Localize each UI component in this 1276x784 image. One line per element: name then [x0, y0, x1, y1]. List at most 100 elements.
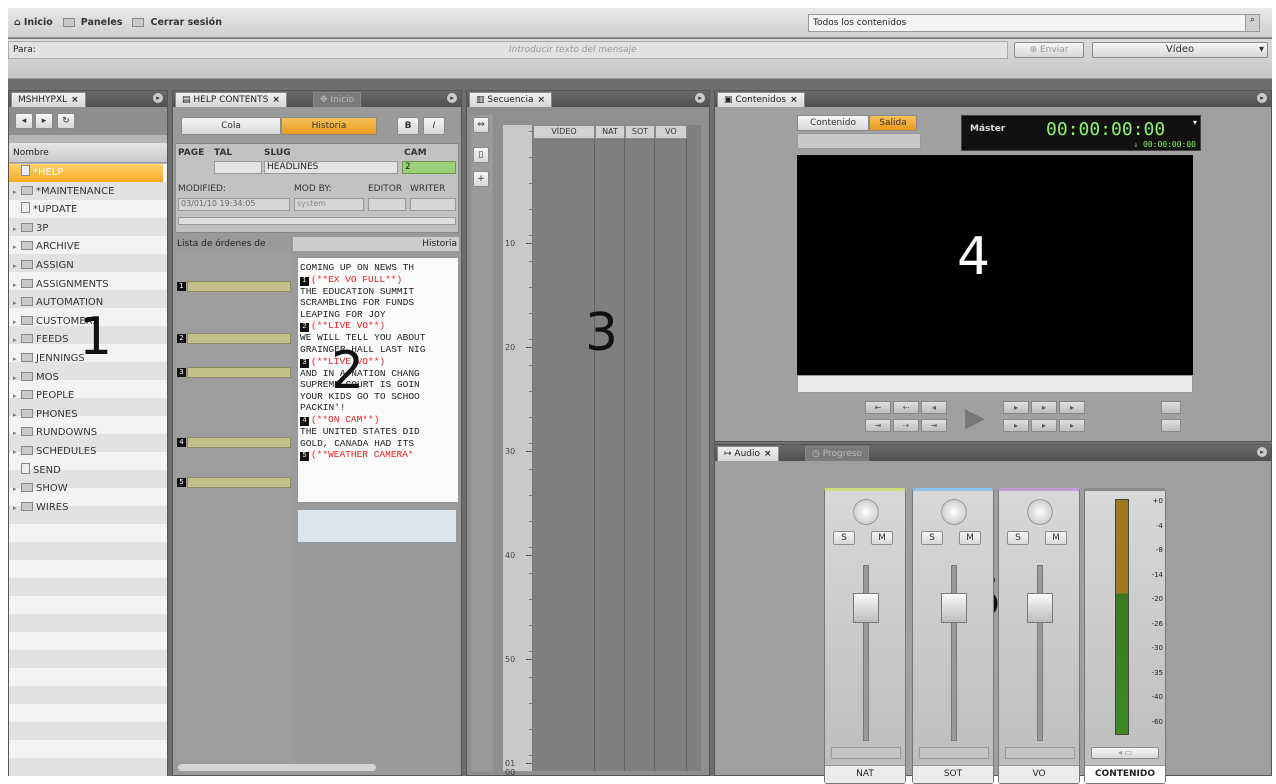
search-icon[interactable]: ⌕ [1245, 15, 1259, 31]
tal-field[interactable] [214, 161, 262, 174]
tab-inicio[interactable]: ✥ Inicio [313, 92, 362, 107]
directory-item[interactable]: ▸ ASSIGNMENTS [9, 276, 163, 294]
close-icon[interactable]: × [764, 449, 772, 459]
step-forward-icon[interactable]: ▸ [1031, 401, 1057, 414]
media-dropdown[interactable]: Vídeo ▾ [1092, 42, 1268, 58]
pan-knob-icon[interactable] [941, 499, 967, 525]
forward-arrow-icon[interactable]: ▸ [35, 113, 53, 129]
panel-menu-icon[interactable]: ▸ [153, 93, 163, 103]
directory-item[interactable]: ▸ SHOW [9, 480, 163, 498]
expand-arrow-icon[interactable]: ▸ [13, 294, 21, 312]
refresh-icon[interactable]: ↻ [57, 113, 75, 129]
link-icon[interactable]: ⇔ [473, 117, 489, 133]
directory-item[interactable]: ▸ *MAINTENANCE [9, 183, 163, 201]
message-input[interactable]: Introducir texto del mensaje Para: [8, 41, 1008, 59]
expand-arrow-icon[interactable]: ▸ [13, 480, 21, 498]
tab-historia[interactable]: Historia [281, 117, 377, 135]
tab-help-contents[interactable]: ▤ HELP CONTENTS × [175, 92, 287, 107]
track-lane[interactable] [595, 139, 625, 771]
script-editor[interactable]: COMING UP ON NEWS TH 1 (**EX VO FULL**) THE… [297, 257, 459, 503]
pan-knob-icon[interactable] [853, 499, 879, 525]
form-scrollbar[interactable] [178, 217, 456, 225]
tab-sequence[interactable]: ▥ Secuencia × [469, 92, 553, 107]
cam-field[interactable]: 2 [402, 161, 456, 174]
chevron-down-icon[interactable]: ▾ [1193, 118, 1197, 127]
cue-bar[interactable] [187, 281, 291, 292]
mute-button[interactable]: M [871, 531, 893, 545]
home-button[interactable]: ⌂ Inicio [14, 17, 53, 28]
directory-item[interactable]: ▸ RUNDOWNS [9, 424, 163, 442]
directory-item[interactable]: ▸ PEOPLE [9, 387, 163, 405]
tab-directory[interactable]: MSHHYPXL × [11, 92, 86, 107]
solo-button[interactable]: S [1007, 531, 1029, 545]
directory-item[interactable]: ▸ MOS [9, 369, 163, 387]
pan-knob-icon[interactable] [1027, 499, 1053, 525]
directory-item[interactable]: ▸ WIRES [9, 499, 163, 517]
mark-out-icon[interactable]: ▸ [1003, 401, 1029, 414]
fader-handle[interactable] [1027, 593, 1053, 623]
writer-field[interactable] [410, 198, 456, 211]
back-arrow-icon[interactable]: ◂ [15, 113, 33, 129]
slug-field[interactable]: HEADLINES [264, 161, 398, 174]
column-header-name[interactable]: Nombre [9, 143, 167, 163]
tab-audio[interactable]: ↦ Audio × [717, 446, 779, 461]
step-back-icon[interactable]: ⇠ [893, 401, 919, 414]
panel-menu-icon[interactable]: ▸ [1257, 93, 1267, 103]
jog-forward-icon[interactable]: ▸ [1059, 401, 1085, 414]
directory-item[interactable]: ▸ SCHEDULES [9, 443, 163, 461]
expand-arrow-icon[interactable]: ▸ [13, 387, 21, 405]
close-icon[interactable]: × [272, 95, 280, 105]
solo-button[interactable]: S [921, 531, 943, 545]
track-header[interactable]: SOT [625, 125, 655, 139]
jog-back-icon[interactable]: ⇥ [865, 419, 891, 432]
close-icon[interactable]: × [537, 95, 545, 105]
expand-arrow-icon[interactable]: ▸ [13, 369, 21, 387]
expand-arrow-icon[interactable]: ▸ [13, 257, 21, 275]
panels-button[interactable]: Paneles [62, 17, 122, 28]
tab-contenido[interactable]: Contenido [797, 115, 869, 131]
expand-arrow-icon[interactable]: ▸ [13, 499, 21, 517]
pause-button[interactable]: ◂ ▭ [1091, 747, 1159, 759]
directory-item[interactable]: SEND [9, 462, 163, 480]
mark-in-icon[interactable]: ⇥ [921, 419, 947, 432]
directory-item[interactable]: *UPDATE [9, 201, 163, 219]
jog-back-icon[interactable]: ⇤ [865, 401, 891, 414]
search-scope-field[interactable]: Todos los contenidos ⌕ [808, 14, 1260, 32]
play-icon[interactable]: ▶ [961, 403, 989, 433]
expand-arrow-icon[interactable]: ▸ [13, 443, 21, 461]
editor-field[interactable] [368, 198, 406, 211]
italic-button[interactable]: I [423, 117, 445, 135]
cue-bar[interactable] [187, 333, 291, 344]
expand-arrow-icon[interactable]: ▸ [13, 406, 21, 424]
tab-contents[interactable]: ▣ Contenidos × [717, 92, 805, 107]
track-header[interactable]: NAT [595, 125, 625, 139]
close-icon[interactable]: × [71, 95, 79, 105]
cue-bar[interactable] [187, 477, 291, 488]
panel-menu-icon[interactable]: ▸ [695, 93, 705, 103]
mark-in-icon[interactable]: ◂ [921, 401, 947, 414]
expand-arrow-icon[interactable]: ▸ [13, 424, 21, 442]
directory-item[interactable]: ▸ PHONES [9, 406, 163, 424]
horizontal-scrollbar[interactable] [177, 763, 377, 772]
expand-arrow-icon[interactable]: ▸ [13, 313, 21, 331]
close-icon[interactable]: × [790, 95, 798, 105]
jog-forward-icon[interactable]: ▸ [1059, 419, 1085, 432]
panel-menu-icon[interactable]: ▸ [1257, 447, 1267, 457]
panel-menu-icon[interactable]: ▸ [447, 93, 457, 103]
expand-arrow-icon[interactable]: ▸ [13, 276, 21, 294]
directory-item[interactable]: ▸ 3P [9, 220, 163, 238]
solo-button[interactable]: S [833, 531, 855, 545]
send-button[interactable]: ⊕ Enviar [1014, 42, 1084, 58]
track-header[interactable]: VÍDEO [533, 125, 595, 139]
directory-item[interactable]: ▸ ASSIGN [9, 257, 163, 275]
trash-icon[interactable]: ▯ [473, 147, 489, 163]
track-lane[interactable] [625, 139, 655, 771]
expand-arrow-icon[interactable]: ▸ [13, 331, 21, 349]
cue-bar[interactable] [187, 437, 291, 448]
mark-out-icon[interactable]: ▸ [1003, 419, 1029, 432]
tab-progress[interactable]: ◷ Progreso [805, 446, 869, 461]
track-lane[interactable] [655, 139, 687, 771]
cue-bar[interactable] [187, 367, 291, 378]
track-lane[interactable] [533, 139, 595, 771]
timeline-tracks[interactable]: VÍDEO NAT SOT VO [533, 125, 701, 771]
